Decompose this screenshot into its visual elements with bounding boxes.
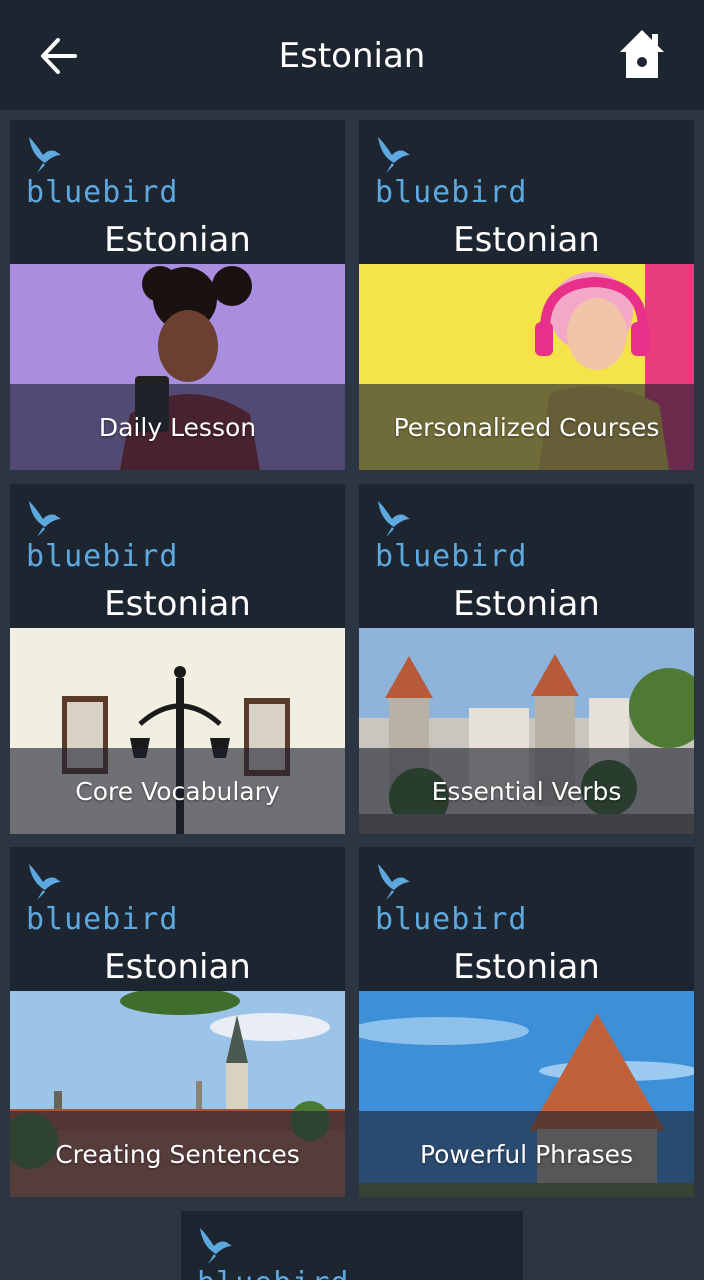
course-card-powerful-phrases[interactable]: bluebird Estonian Powerful Phrases [359, 847, 694, 1197]
bluebird-bird-icon [29, 501, 61, 537]
card-caption: Creating Sentences [55, 1139, 300, 1169]
card-caption: Powerful Phrases [419, 1139, 634, 1169]
bluebird-bird-icon [378, 137, 410, 173]
bluebird-wordmark: bluebird [197, 1266, 350, 1280]
card-caption: Core Vocabulary [75, 776, 280, 806]
course-card-creating-sentences[interactable]: bluebird Estonian Creating Sentences [10, 847, 345, 1197]
course-card-daily-lesson[interactable]: bluebird Estonian Daily Lesson [10, 120, 345, 470]
card-language: Estonian [104, 584, 251, 624]
course-card-partial[interactable]: bluebird [181, 1211, 523, 1280]
card-photo-city-skyline: Creating Sentences [10, 991, 345, 1197]
bluebird-bird-icon [29, 864, 61, 900]
bluebird-logo: bluebird [374, 499, 574, 579]
home-icon [620, 30, 664, 78]
bluebird-logo: bluebird [374, 135, 574, 215]
bluebird-logo: bluebird [25, 499, 225, 579]
top-app-bar: Estonian [0, 0, 704, 110]
course-card-essential-verbs[interactable]: bluebird Estonian Essential Verbs [359, 484, 694, 834]
card-caption: Essential Verbs [431, 776, 622, 806]
card-photo-woman-phone: Daily Lesson [10, 264, 345, 470]
bluebird-wordmark: bluebird [26, 902, 179, 937]
card-photo-tower: Powerful Phrases [359, 991, 694, 1197]
card-language: Estonian [453, 584, 600, 624]
bluebird-logo: bluebird [25, 862, 225, 942]
card-photo-old-town-towers: Essential Verbs [359, 628, 694, 834]
card-caption: Personalized Courses [393, 412, 660, 442]
bluebird-bird-icon [378, 864, 410, 900]
card-language: Estonian [104, 947, 251, 987]
card-language: Estonian [453, 220, 600, 260]
bluebird-logo: bluebird [25, 135, 225, 215]
bluebird-logo: bluebird [196, 1226, 396, 1280]
bluebird-bird-icon [378, 501, 410, 537]
card-photo-street-lamp: Core Vocabulary [10, 628, 345, 834]
bluebird-wordmark: bluebird [375, 902, 528, 937]
home-button[interactable] [614, 26, 670, 84]
page-title: Estonian [278, 36, 426, 76]
card-language: Estonian [453, 947, 600, 987]
bluebird-bird-icon [29, 137, 61, 173]
card-caption: Daily Lesson [98, 412, 257, 442]
bluebird-bird-icon [200, 1228, 232, 1264]
bluebird-wordmark: bluebird [26, 175, 179, 210]
bluebird-wordmark: bluebird [375, 175, 528, 210]
bluebird-wordmark: bluebird [375, 539, 528, 574]
course-card-personalized-courses[interactable]: bluebird Estonian Personalized Courses [359, 120, 694, 470]
course-card-core-vocabulary[interactable]: bluebird Estonian Core Vocabulary [10, 484, 345, 834]
bluebird-wordmark: bluebird [26, 539, 179, 574]
card-photo-woman-headphones: Personalized Courses [359, 264, 694, 470]
bluebird-logo: bluebird [374, 862, 574, 942]
card-language: Estonian [104, 220, 251, 260]
